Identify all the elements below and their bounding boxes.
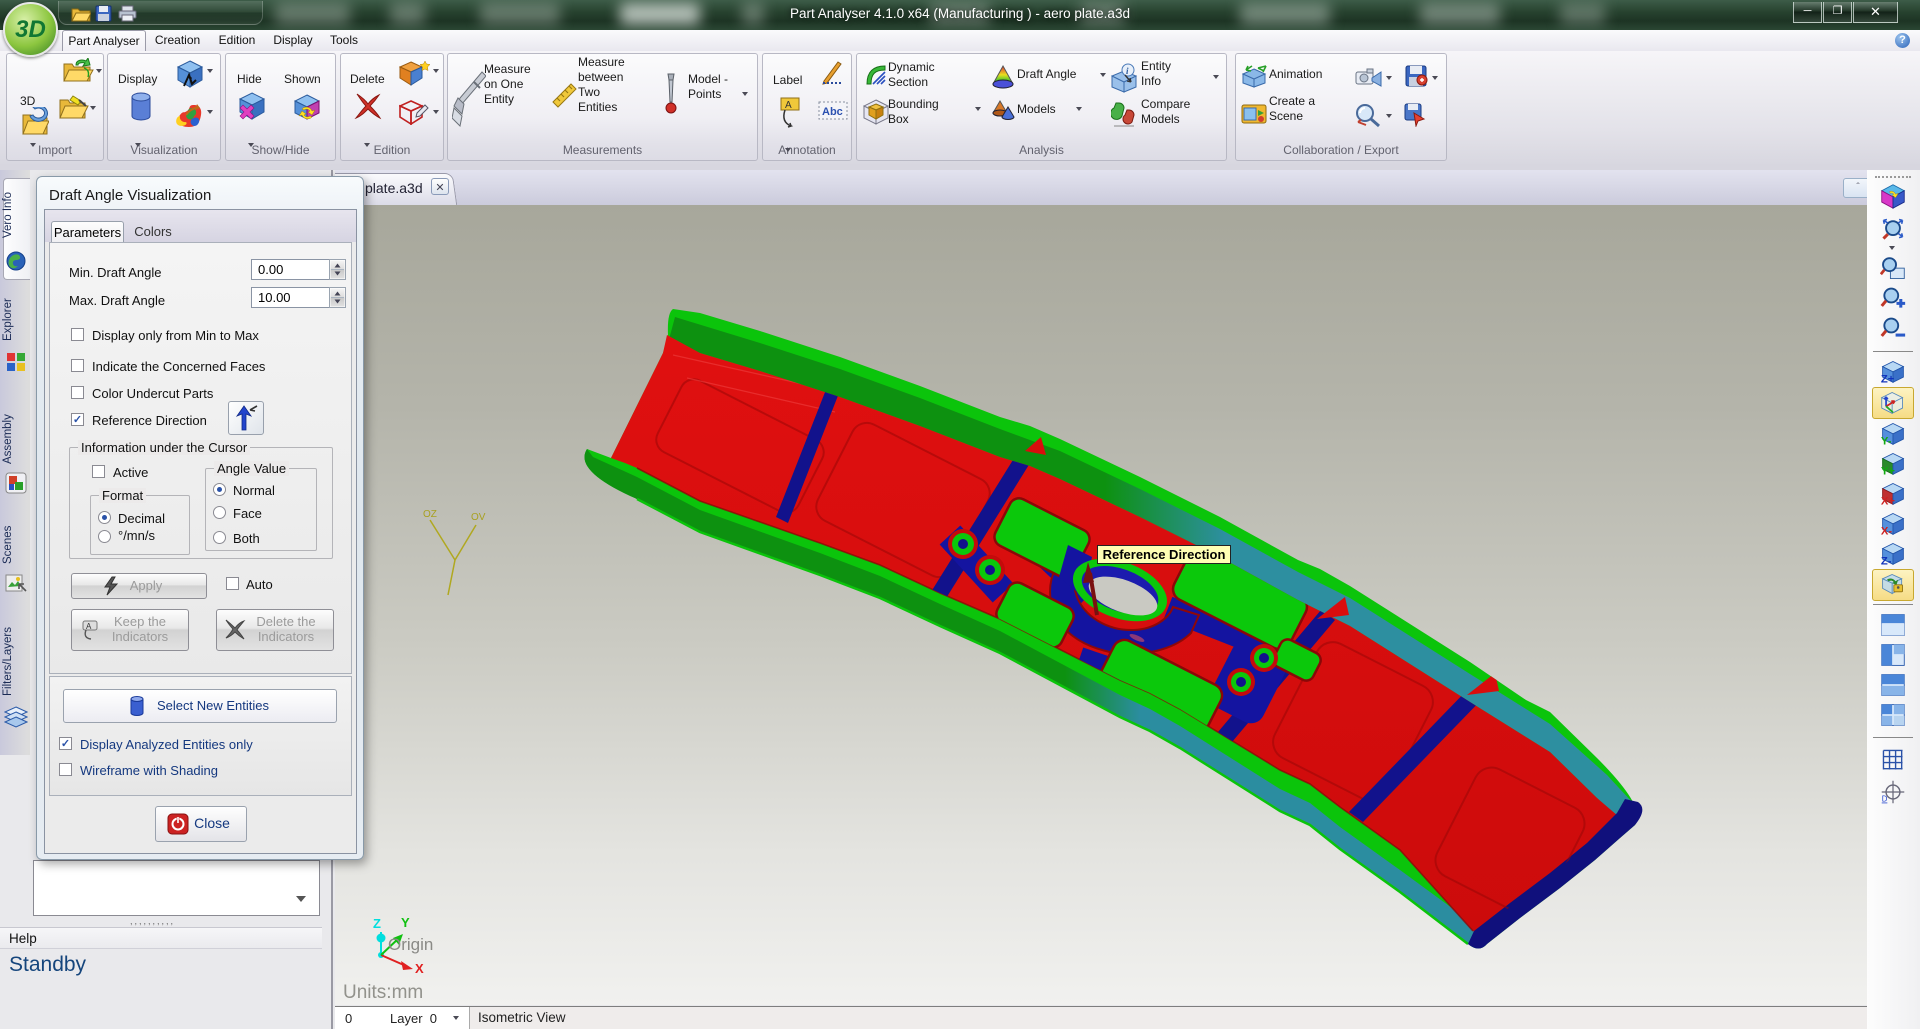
svg-text:A: A [785, 100, 792, 111]
svg-text:Y-: Y- [1881, 435, 1892, 446]
svg-text:X+: X+ [1881, 495, 1896, 506]
svg-text:Y+: Y+ [1881, 465, 1896, 476]
svg-text:OZ: OZ [423, 509, 437, 520]
svg-text:Z-: Z- [1881, 555, 1892, 566]
svg-text:Units:mm: Units:mm [343, 982, 423, 1003]
svg-text:Abc: Abc [822, 106, 843, 118]
svg-text:X-: X- [1881, 525, 1893, 536]
svg-text:D: D [1882, 795, 1888, 804]
svg-text:OV: OV [471, 512, 486, 523]
svg-text:Y: Y [401, 915, 410, 930]
svg-text:Z: Z [373, 916, 381, 931]
svg-text:Z+: Z+ [1881, 373, 1895, 384]
svg-text:X: X [415, 961, 424, 976]
svg-text:A: A [86, 622, 92, 631]
svg-text:Origin: Origin [388, 935, 433, 954]
